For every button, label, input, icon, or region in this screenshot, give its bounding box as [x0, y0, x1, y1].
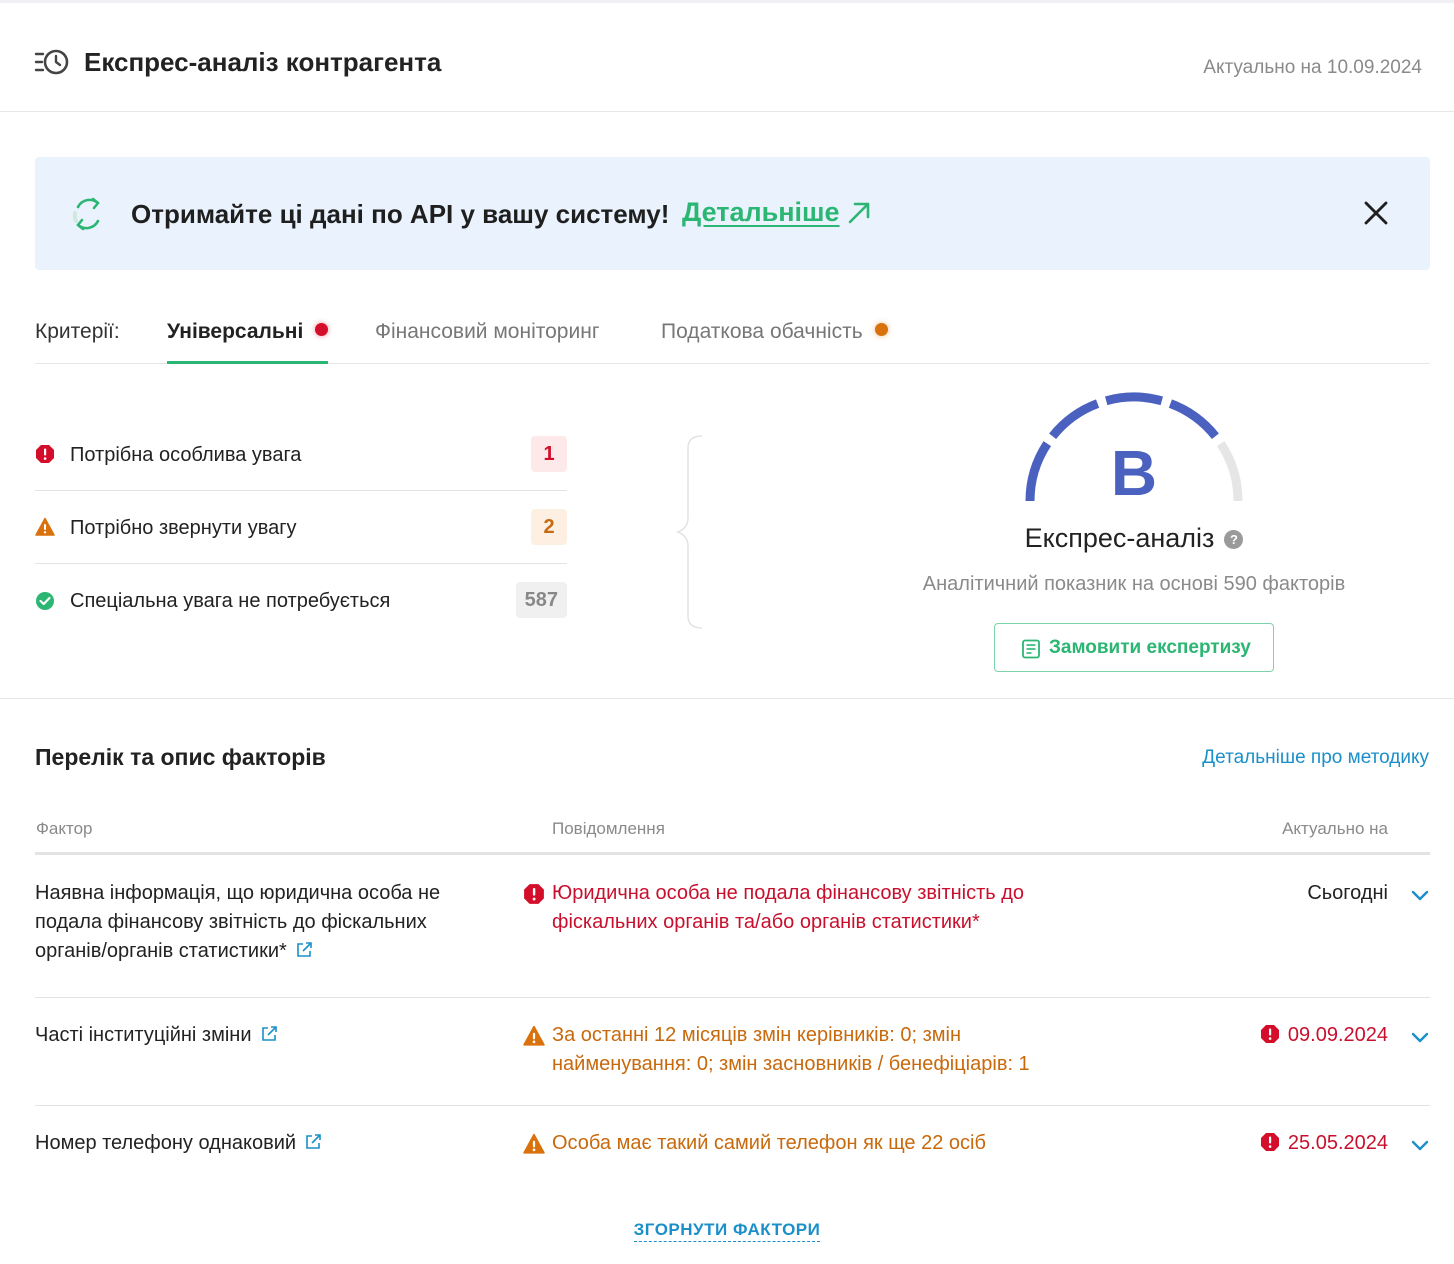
alert-circle-icon: [524, 884, 544, 904]
alert-circle-icon: [36, 445, 54, 463]
express-analysis-title: Експрес-аналіз?: [934, 523, 1334, 554]
summary-label: Спеціальна увага не потребується: [70, 590, 391, 612]
chevron-down-icon[interactable]: [1410, 1135, 1430, 1155]
gauge-title-text: Експрес-аналіз: [1024, 523, 1215, 553]
status-dot-orange: [874, 323, 888, 336]
warning-triangle-icon: [35, 517, 55, 536]
brace-divider: [675, 435, 703, 629]
date-text: 09.09.2024: [1287, 1024, 1388, 1046]
factor-cell: Наявна інформація, що юридична особа не …: [35, 879, 495, 966]
api-banner: Отримайте ці дані по API у вашу систему!…: [35, 157, 1430, 270]
page-title: Експрес-аналіз контрагента: [84, 47, 442, 77]
date-cell: 09.09.2024: [1260, 1021, 1388, 1050]
criteria-tabs: Критерії: Універсальні Фінансовий моніто…: [35, 300, 1430, 364]
date-cell: Сьогодні: [1307, 879, 1388, 908]
collapse-factors-link[interactable]: ЗГОРНУТИ ФАКТОРИ: [633, 1220, 821, 1242]
criteria-label: Критерії:: [35, 320, 120, 343]
factor-text: Наявна інформація, що юридична особа не …: [35, 882, 441, 962]
gauge-subtitle: Аналітичний показник на основі 590 факто…: [922, 573, 1346, 595]
banner-text: Отримайте ці дані по API у вашу систему!: [131, 199, 670, 229]
grade-letter: B: [1110, 437, 1158, 509]
summary-row-warning: Потрібно звернути увагу 2: [35, 491, 567, 564]
tab-universal[interactable]: Універсальні: [167, 320, 329, 364]
tab-label: Фінансовий моніторинг: [375, 320, 600, 343]
tab-label: Податкова обачність: [661, 320, 863, 343]
summary-label: Потрібно звернути увагу: [70, 517, 297, 539]
factors-title: Перелік та опис факторів: [35, 744, 326, 770]
factor-text: Часті інституційні зміни: [35, 1024, 252, 1046]
date-cell: 25.05.2024: [1260, 1129, 1388, 1158]
check-circle-icon: [36, 592, 54, 610]
page-header: Експрес-аналіз контрагента Актуально на …: [0, 3, 1454, 112]
factor-cell: Номер телефону однаковий: [35, 1129, 495, 1158]
external-link-icon[interactable]: [304, 1133, 322, 1151]
date-text: 25.05.2024: [1287, 1132, 1388, 1154]
table-row[interactable]: Часті інституційні зміни За останні 12 м…: [35, 1021, 1430, 1106]
order-button-label: Замовити експертизу: [1049, 637, 1251, 658]
order-expertise-button[interactable]: Замовити експертизу: [994, 623, 1274, 672]
gauge-segment: [1168, 399, 1219, 440]
document-icon: [1022, 639, 1040, 659]
status-dot-red: [315, 323, 329, 336]
column-header-message: Повідомлення: [552, 819, 665, 838]
chevron-down-icon[interactable]: [1410, 1027, 1430, 1047]
count-badge: 2: [531, 509, 567, 545]
external-link-icon[interactable]: [295, 941, 313, 959]
date-text: Сьогодні: [1307, 882, 1388, 904]
banner-details-link[interactable]: Детальніше: [682, 197, 840, 228]
tab-label: Універсальні: [167, 320, 304, 343]
table-row[interactable]: Номер телефону однаковий Особа має такий…: [35, 1129, 1430, 1189]
column-header-factor: Фактор: [36, 819, 93, 838]
factor-cell: Часті інституційні зміни: [35, 1021, 495, 1050]
arrow-up-right-icon[interactable]: [847, 201, 871, 225]
count-badge: 587: [515, 582, 567, 618]
table-row[interactable]: Наявна інформація, що юридична особа не …: [35, 879, 1430, 998]
actual-date: Актуально на 10.09.2024: [1203, 57, 1422, 78]
tab-tax-diligence[interactable]: Податкова обачність: [661, 320, 888, 364]
count-badge: 1: [531, 436, 567, 472]
summary-row-critical: Потрібна особлива увага 1: [35, 418, 567, 491]
gauge-segment: [1105, 392, 1163, 406]
message-text: За останні 12 місяців змін керівників: 0…: [552, 1024, 1030, 1075]
summary-list: Потрібна особлива увага 1 Потрібно зверн…: [35, 418, 567, 637]
column-header-date: Актуально на: [1282, 819, 1388, 838]
summary-row-ok: Спеціальна увага не потребується 587: [35, 564, 567, 637]
methodology-link[interactable]: Детальніше про методику: [1202, 747, 1429, 769]
chevron-down-icon[interactable]: [1410, 885, 1430, 905]
gauge-segment: [1049, 399, 1100, 440]
section-divider: [0, 698, 1454, 699]
alert-circle-icon: [1260, 1025, 1279, 1043]
message-text: Юридична особа не подала фінансову звітн…: [552, 882, 1025, 933]
warning-triangle-icon: [523, 1133, 545, 1154]
message-text: Особа має такий самий телефон як ще 22 о…: [552, 1132, 986, 1154]
tab-financial-monitoring[interactable]: Фінансовий моніторинг: [375, 320, 599, 364]
close-icon[interactable]: [1363, 200, 1389, 226]
collapse-factors: ЗГОРНУТИ ФАКТОРИ: [0, 1220, 1454, 1242]
factors-table-header: Фактор Повідомлення Актуально на: [35, 808, 1430, 855]
alert-circle-icon: [1260, 1133, 1279, 1151]
external-link-icon[interactable]: [260, 1025, 278, 1043]
history-clock-icon: [34, 49, 69, 75]
help-icon[interactable]: ?: [1224, 530, 1244, 549]
factor-text: Номер телефону однаковий: [35, 1132, 297, 1154]
summary-label: Потрібна особлива увага: [70, 444, 302, 466]
sync-icon: [72, 197, 100, 231]
warning-triangle-icon: [523, 1025, 545, 1046]
